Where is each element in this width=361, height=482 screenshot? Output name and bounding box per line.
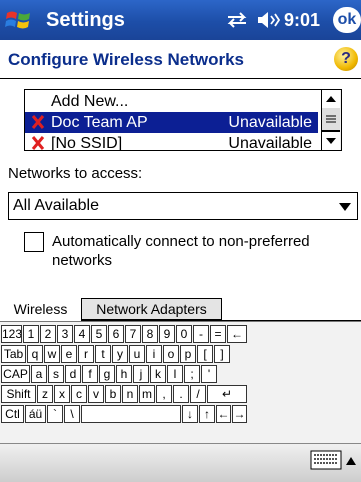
key-u[interactable]: u (129, 345, 145, 363)
key-p[interactable]: p (180, 345, 196, 363)
network-name: Add New... (51, 93, 129, 110)
start-menu-icon[interactable] (4, 5, 34, 35)
key-backspace[interactable]: ← (227, 325, 247, 343)
key-apostrophe[interactable]: ' (201, 365, 217, 383)
connectivity-icon[interactable] (224, 11, 250, 29)
list-item-doc-team-ap[interactable]: Doc Team AP Unavailable (25, 112, 318, 133)
key-1[interactable]: 1 (23, 325, 39, 343)
key-9[interactable]: 9 (159, 325, 175, 343)
network-name: [No SSID] (51, 135, 123, 151)
key-y[interactable]: y (112, 345, 128, 363)
key-r[interactable]: r (78, 345, 94, 363)
list-item-add-new[interactable]: Add New... (25, 91, 318, 112)
key-equals[interactable]: = (210, 325, 226, 343)
key-tab[interactable]: Tab (1, 345, 26, 363)
key-comma[interactable]: , (156, 385, 172, 403)
network-list[interactable]: Add New... Doc Team AP Unavailable [No S… (24, 89, 342, 151)
key-ctrl[interactable]: Ctl (1, 405, 24, 423)
key-b[interactable]: b (105, 385, 121, 403)
arrow-up-icon (326, 96, 336, 102)
key-j[interactable]: j (133, 365, 149, 383)
network-unavailable-icon (31, 115, 45, 129)
page-title: Configure Wireless Networks (8, 50, 245, 69)
key-x[interactable]: x (54, 385, 70, 403)
key-4[interactable]: 4 (74, 325, 90, 343)
key-arrow-left[interactable]: ← (216, 405, 231, 423)
key-i[interactable]: i (146, 345, 162, 363)
key-f[interactable]: f (82, 365, 98, 383)
auto-connect-label[interactable]: Automatically connect to non-preferred n… (52, 232, 352, 270)
key-backtick[interactable]: ` (47, 405, 63, 423)
volume-icon[interactable] (256, 11, 282, 29)
network-status: Unavailable (228, 114, 312, 131)
keyboard-icon[interactable] (310, 450, 342, 470)
key-3[interactable]: 3 (57, 325, 73, 343)
scroll-down-button[interactable] (322, 131, 340, 150)
key-q[interactable]: q (27, 345, 43, 363)
key-n[interactable]: n (122, 385, 138, 403)
key-backslash[interactable]: \ (64, 405, 80, 423)
key-arrow-up[interactable]: ↑ (199, 405, 215, 423)
key-d[interactable]: d (65, 365, 81, 383)
tab-wireless[interactable]: Wireless (0, 298, 82, 321)
scroll-thumb[interactable] (322, 108, 340, 131)
key-enter[interactable]: ↵ (207, 385, 247, 403)
key-0[interactable]: 0 (176, 325, 192, 343)
key-k[interactable]: k (150, 365, 166, 383)
key-2[interactable]: 2 (40, 325, 56, 343)
key-o[interactable]: o (163, 345, 179, 363)
dropdown-arrow-icon (339, 203, 351, 211)
key-semicolon[interactable]: ; (184, 365, 200, 383)
key-5[interactable]: 5 (91, 325, 107, 343)
list-item-no-ssid[interactable]: [No SSID] Unavailable (25, 133, 318, 151)
key-123[interactable]: 123 (1, 325, 22, 343)
key-7[interactable]: 7 (125, 325, 141, 343)
key-arrow-down[interactable]: ↓ (182, 405, 198, 423)
key-v[interactable]: v (88, 385, 104, 403)
key-a[interactable]: a (31, 365, 47, 383)
networks-to-access-label: Networks to access: (8, 165, 143, 182)
key-t[interactable]: t (95, 345, 111, 363)
dropdown-value: All Available (13, 197, 99, 214)
header-divider (0, 78, 361, 79)
key-space[interactable] (81, 405, 181, 423)
app-title: Settings (46, 9, 125, 31)
key-intl[interactable]: áü (25, 405, 46, 423)
key-arrow-right[interactable]: → (232, 405, 247, 423)
key-c[interactable]: c (71, 385, 87, 403)
key-period[interactable]: . (173, 385, 189, 403)
clock[interactable]: 9:01 (284, 9, 320, 31)
key-right-bracket[interactable]: ] (214, 345, 230, 363)
key-w[interactable]: w (44, 345, 60, 363)
key-m[interactable]: m (139, 385, 155, 403)
key-caps[interactable]: CAP (1, 365, 30, 383)
key-s[interactable]: s (48, 365, 64, 383)
network-name: Doc Team AP (51, 114, 148, 131)
input-selector-arrow-icon[interactable] (346, 452, 356, 465)
grip-icon (326, 115, 336, 123)
help-icon[interactable]: ? (334, 47, 358, 71)
key-6[interactable]: 6 (108, 325, 124, 343)
key-minus[interactable]: - (193, 325, 209, 343)
arrow-down-icon (326, 138, 336, 144)
menu-bar (0, 443, 361, 482)
key-g[interactable]: g (99, 365, 115, 383)
key-8[interactable]: 8 (142, 325, 158, 343)
key-e[interactable]: e (61, 345, 77, 363)
key-shift[interactable]: Shift (1, 385, 36, 403)
list-scrollbar[interactable] (321, 90, 341, 150)
key-h[interactable]: h (116, 365, 132, 383)
network-status: Unavailable (228, 135, 312, 151)
networks-to-access-dropdown[interactable]: All Available (8, 192, 358, 220)
auto-connect-checkbox[interactable] (24, 232, 44, 252)
scroll-up-button[interactable] (322, 90, 340, 109)
key-z[interactable]: z (37, 385, 53, 403)
key-l[interactable]: l (167, 365, 183, 383)
ok-button[interactable]: ok (333, 7, 361, 33)
tab-network-adapters[interactable]: Network Adapters (82, 298, 222, 320)
key-left-bracket[interactable]: [ (197, 345, 213, 363)
key-slash[interactable]: / (190, 385, 206, 403)
network-unavailable-icon (31, 136, 45, 150)
soft-keyboard: 123 1 2 3 4 5 6 7 8 9 0 - = ← Tab q w e … (0, 321, 361, 443)
